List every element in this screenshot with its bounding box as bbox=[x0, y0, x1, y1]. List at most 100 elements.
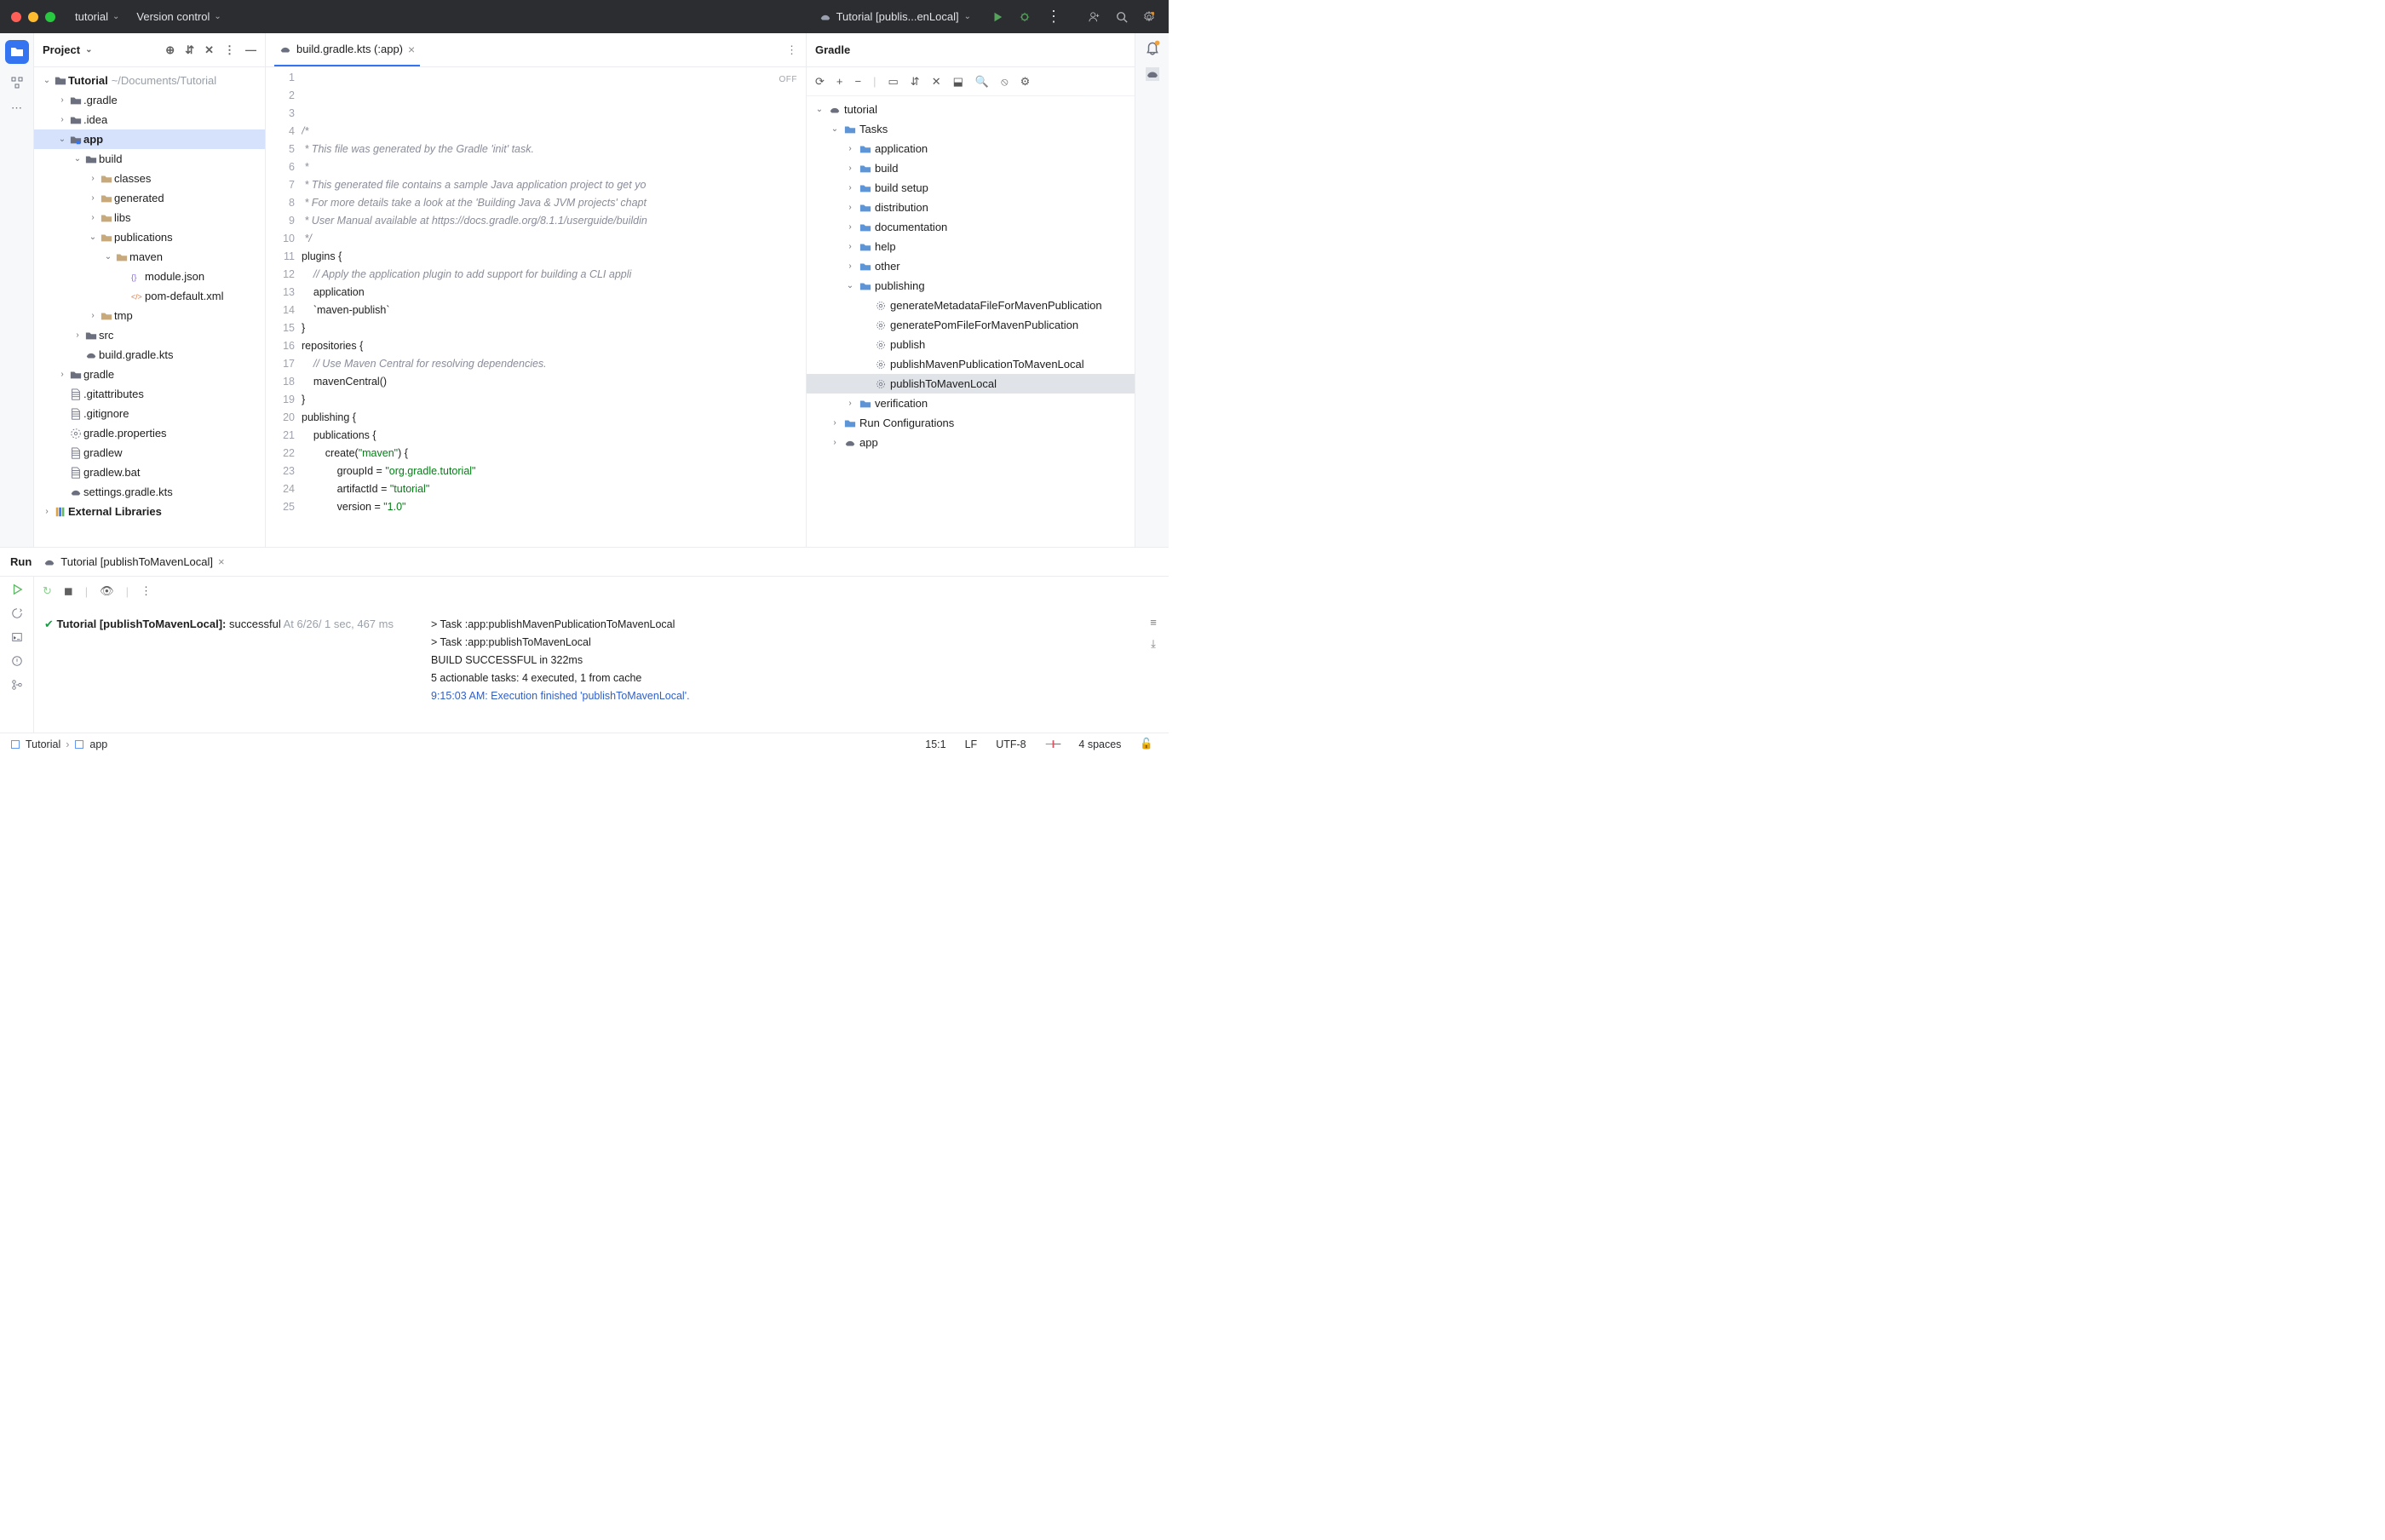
rerun-icon[interactable]: ↻ bbox=[43, 584, 52, 598]
expand-arrow-icon[interactable]: › bbox=[56, 115, 68, 124]
expand-arrow-icon[interactable]: › bbox=[87, 213, 99, 222]
breadcrumb[interactable]: Tutorial › app bbox=[10, 738, 107, 750]
expand-arrow-icon[interactable]: › bbox=[844, 261, 856, 271]
more-icon[interactable]: ⋮ bbox=[224, 43, 235, 57]
expand-arrow-icon[interactable]: › bbox=[844, 144, 856, 153]
close-tab-icon[interactable]: × bbox=[408, 43, 415, 56]
expand-arrow-icon[interactable]: › bbox=[844, 399, 856, 408]
gradle-item-Run-Configurations[interactable]: ›Run Configurations bbox=[807, 413, 1135, 433]
rerun-icon[interactable] bbox=[11, 607, 23, 619]
vcs-icon[interactable] bbox=[11, 679, 23, 691]
project-tool-button[interactable] bbox=[5, 40, 29, 64]
gradle-item-build[interactable]: ›build bbox=[807, 158, 1135, 178]
gradle-item-generateMetadataFileForMavenPublication[interactable]: generateMetadataFileForMavenPublication bbox=[807, 296, 1135, 315]
gradle-item-build-setup[interactable]: ›build setup bbox=[807, 178, 1135, 198]
expand-arrow-icon[interactable]: › bbox=[87, 174, 99, 183]
expand-arrow-icon[interactable]: ⌄ bbox=[87, 233, 99, 242]
project-tree[interactable]: ⌄Tutorial~/Documents/Tutorial›.gradle›.i… bbox=[34, 67, 265, 547]
minimize-window-button[interactable] bbox=[28, 12, 38, 22]
close-icon[interactable]: ✕ bbox=[932, 75, 941, 89]
expand-arrow-icon[interactable]: ⌄ bbox=[41, 76, 53, 85]
cursor-position[interactable]: 15:1 bbox=[920, 738, 951, 750]
tree-item-settings-gradle-kts[interactable]: settings.gradle.kts bbox=[34, 482, 265, 502]
run-tab[interactable]: Run bbox=[10, 555, 32, 568]
expand-arrow-icon[interactable]: › bbox=[56, 95, 68, 105]
expand-icon[interactable]: ⇵ bbox=[911, 75, 920, 89]
expand-arrow-icon[interactable]: › bbox=[87, 193, 99, 203]
soft-wrap-icon[interactable]: ≡ bbox=[1150, 616, 1157, 629]
search-icon[interactable] bbox=[1116, 11, 1128, 23]
more-icon[interactable]: ⋮ bbox=[1046, 8, 1061, 26]
add-person-icon[interactable] bbox=[1089, 11, 1101, 23]
indent[interactable]: 4 spaces bbox=[1073, 738, 1126, 750]
run-icon[interactable] bbox=[991, 11, 1003, 23]
encoding[interactable]: UTF-8 bbox=[991, 738, 1031, 750]
tree-item-publications[interactable]: ⌄publications bbox=[34, 227, 265, 247]
run-icon[interactable] bbox=[11, 583, 23, 595]
tree-item-gradlew[interactable]: gradlew bbox=[34, 443, 265, 463]
expand-arrow-icon[interactable]: ⌄ bbox=[813, 105, 825, 114]
refresh-icon[interactable]: ⟳ bbox=[815, 75, 825, 89]
scroll-to-end-icon[interactable]: ⤓ bbox=[1151, 637, 1156, 651]
more-icon[interactable]: ⋮ bbox=[786, 43, 797, 57]
show-icon[interactable]: 👁 bbox=[100, 584, 114, 598]
project-dropdown[interactable]: tutorial ⌄ bbox=[66, 10, 128, 23]
expand-arrow-icon[interactable]: ⌄ bbox=[829, 124, 841, 134]
tree-item--gitattributes[interactable]: .gitattributes bbox=[34, 384, 265, 404]
gradle-item-verification[interactable]: ›verification bbox=[807, 394, 1135, 413]
select-opened-file-icon[interactable]: ⊕ bbox=[165, 43, 175, 57]
gradle-item-application[interactable]: ›application bbox=[807, 139, 1135, 158]
gradle-tool-button[interactable] bbox=[1146, 67, 1159, 81]
gradle-item-Tasks[interactable]: ⌄Tasks bbox=[807, 119, 1135, 139]
problems-icon[interactable] bbox=[11, 655, 23, 667]
more-icon[interactable]: ⋯ bbox=[11, 101, 22, 115]
gradle-item-help[interactable]: ›help bbox=[807, 237, 1135, 256]
gradle-item-generatePomFileForMavenPublication[interactable]: generatePomFileForMavenPublication bbox=[807, 315, 1135, 335]
notifications-icon[interactable] bbox=[1145, 40, 1160, 55]
expand-arrow-icon[interactable]: ⌄ bbox=[102, 252, 114, 261]
line-separator[interactable]: LF bbox=[960, 738, 983, 750]
run-config-selector[interactable]: Tutorial [publis...enLocal] ⌄ bbox=[813, 10, 978, 23]
tree-item--gitignore[interactable]: .gitignore bbox=[34, 404, 265, 423]
gradle-item-tutorial[interactable]: ⌄tutorial bbox=[807, 100, 1135, 119]
tree-item-maven[interactable]: ⌄maven bbox=[34, 247, 265, 267]
expand-arrow-icon[interactable]: › bbox=[829, 438, 841, 447]
tree-item-gradle[interactable]: ›gradle bbox=[34, 365, 265, 384]
expand-arrow-icon[interactable]: › bbox=[87, 311, 99, 320]
vcs-dropdown[interactable]: Version control ⌄ bbox=[128, 10, 229, 23]
tree-item-app[interactable]: ⌄app bbox=[34, 129, 265, 149]
download-icon[interactable]: ⬓ bbox=[953, 75, 963, 89]
code-editor[interactable]: 1234567891011121314151617181920212223242… bbox=[266, 67, 806, 547]
gradle-item-publishToMavenLocal[interactable]: publishToMavenLocal bbox=[807, 374, 1135, 394]
stop-icon[interactable]: ◼ bbox=[64, 584, 73, 598]
debug-icon[interactable] bbox=[1019, 11, 1031, 23]
expand-arrow-icon[interactable]: › bbox=[844, 183, 856, 192]
tree-item-classes[interactable]: ›classes bbox=[34, 169, 265, 188]
expand-arrow-icon[interactable]: › bbox=[41, 507, 53, 516]
hide-icon[interactable]: ✕ bbox=[204, 43, 214, 57]
gradle-tree[interactable]: ⌄tutorial⌄Tasks›application›build›build … bbox=[807, 96, 1135, 547]
gradle-item-distribution[interactable]: ›distribution bbox=[807, 198, 1135, 217]
tree-item-module-json[interactable]: {}module.json bbox=[34, 267, 265, 286]
tree-item-Tutorial[interactable]: ⌄Tutorial~/Documents/Tutorial bbox=[34, 71, 265, 90]
expand-all-icon[interactable]: ⇵ bbox=[185, 43, 194, 57]
tree-item-src[interactable]: ›src bbox=[34, 325, 265, 345]
expand-arrow-icon[interactable]: › bbox=[844, 242, 856, 251]
offline-icon[interactable]: ⦸ bbox=[1001, 75, 1008, 89]
settings-icon[interactable] bbox=[1143, 11, 1155, 23]
tree-item-gradle-properties[interactable]: gradle.properties bbox=[34, 423, 265, 443]
more-icon[interactable]: ⋮ bbox=[141, 584, 152, 598]
expand-arrow-icon[interactable]: › bbox=[844, 164, 856, 173]
maximize-window-button[interactable] bbox=[45, 12, 55, 22]
expand-arrow-icon[interactable]: ⌄ bbox=[72, 154, 83, 164]
editor-tab[interactable]: build.gradle.kts (:app) × bbox=[274, 33, 420, 66]
tree-item-build[interactable]: ⌄build bbox=[34, 149, 265, 169]
remove-icon[interactable]: − bbox=[855, 75, 862, 88]
tree-item-generated[interactable]: ›generated bbox=[34, 188, 265, 208]
terminal-icon[interactable] bbox=[11, 631, 23, 643]
gradle-item-publish[interactable]: publish bbox=[807, 335, 1135, 354]
run-output[interactable]: > Task :app:publishMavenPublicationToMav… bbox=[422, 606, 1138, 733]
gradle-item-documentation[interactable]: ›documentation bbox=[807, 217, 1135, 237]
close-icon[interactable]: × bbox=[218, 555, 225, 568]
tree-item-build-gradle-kts[interactable]: build.gradle.kts bbox=[34, 345, 265, 365]
